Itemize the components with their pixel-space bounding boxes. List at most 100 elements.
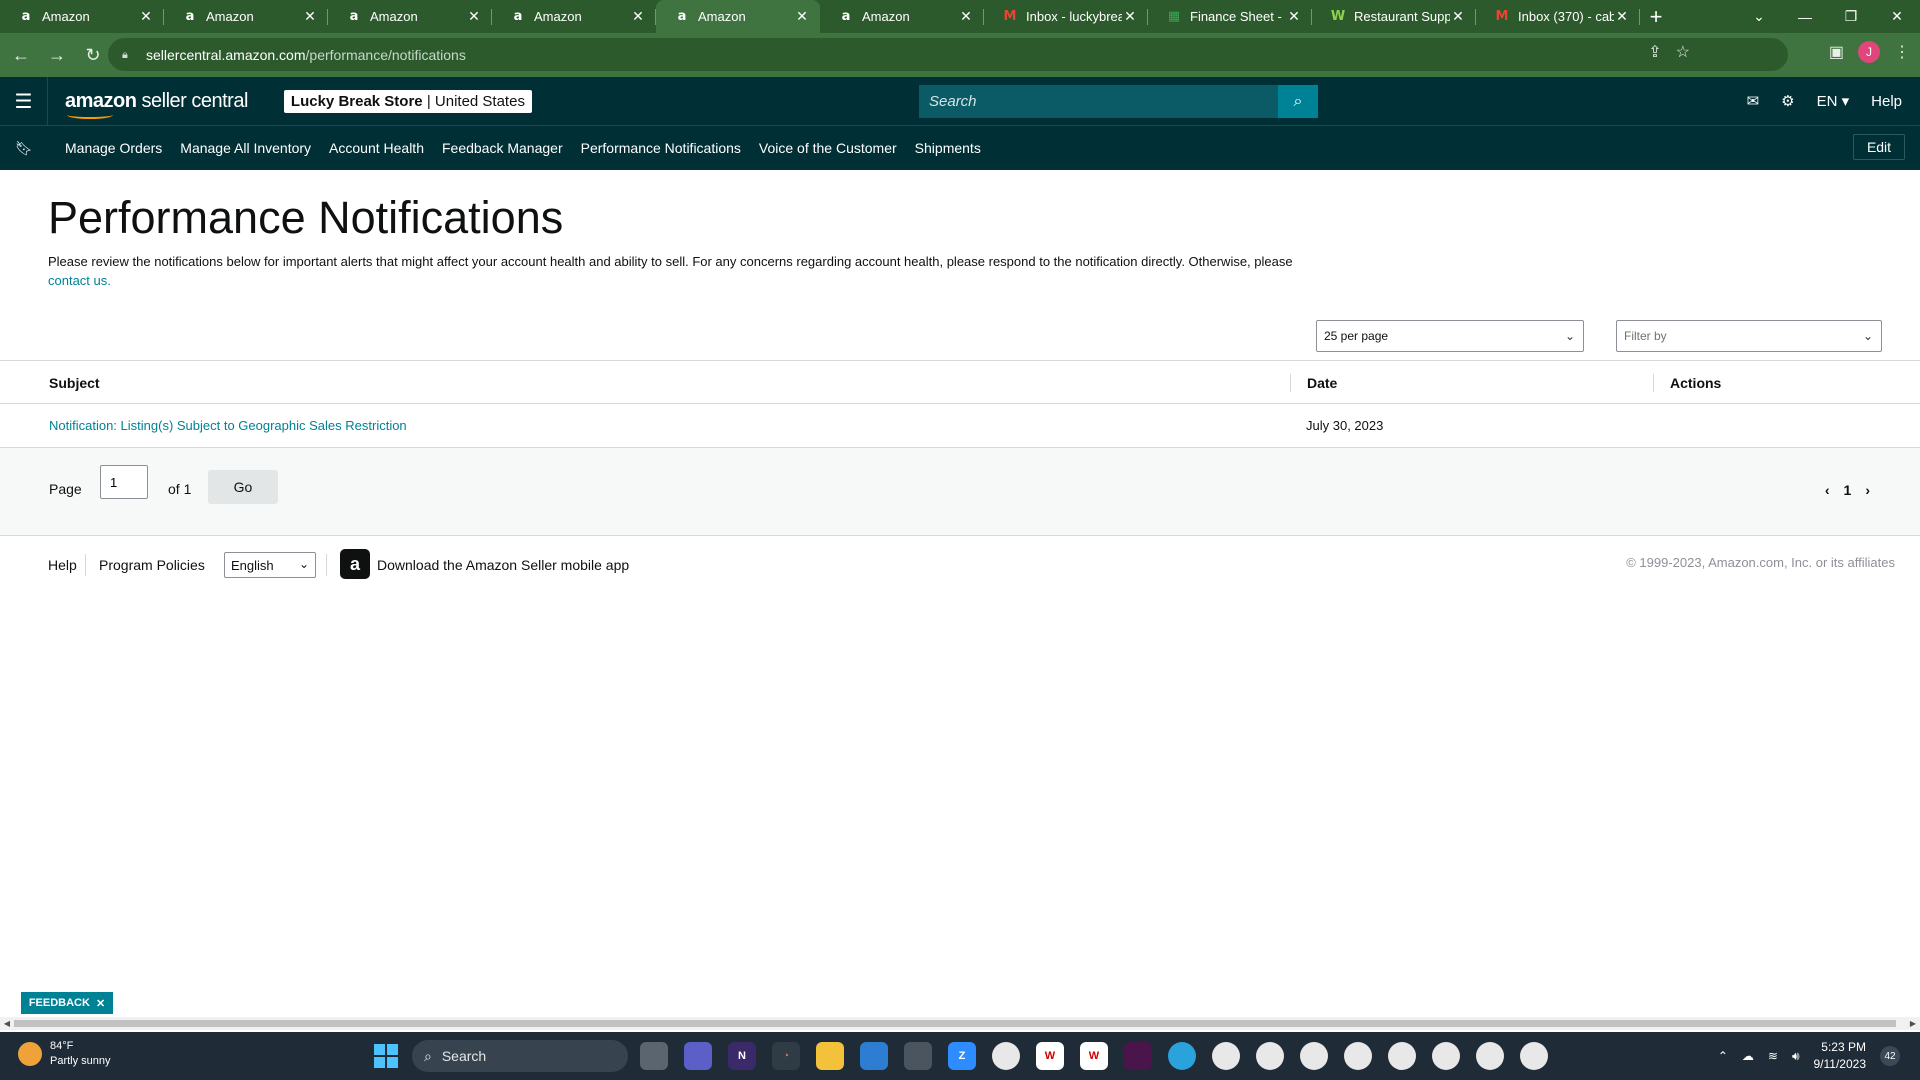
chevron-left-icon[interactable]: ‹ xyxy=(1825,482,1830,498)
search-button[interactable]: ⌕ xyxy=(1278,85,1318,118)
browser-tab[interactable]: a Amazon ✕ xyxy=(820,0,984,33)
per-page-select[interactable]: 25 per page ⌄ xyxy=(1316,320,1584,352)
wifi-icon[interactable]: ≋ xyxy=(1768,1049,1778,1063)
new-tab-button[interactable]: + xyxy=(1640,0,1672,33)
chevron-up-icon[interactable]: ⌃ xyxy=(1718,1049,1728,1063)
nav-voice-of-the-customer[interactable]: Voice of the Customer xyxy=(759,140,897,156)
close-window-button[interactable]: ✕ xyxy=(1874,0,1920,33)
nav-performance-notifications[interactable]: Performance Notifications xyxy=(581,140,741,156)
chrome-icon[interactable] xyxy=(1344,1042,1372,1070)
volume-icon[interactable]: 🔊︎ xyxy=(1792,1049,1800,1064)
mail-icon[interactable]: ✉ xyxy=(1747,92,1760,110)
chrome-icon[interactable] xyxy=(1388,1042,1416,1070)
nav-manage-orders[interactable]: Manage Orders xyxy=(65,140,162,156)
browser-tab[interactable]: a Amazon ✕ xyxy=(656,0,820,33)
minimize-button[interactable]: — xyxy=(1782,0,1828,33)
page-number-input[interactable] xyxy=(100,465,148,499)
store-selector[interactable]: Lucky Break Store | United States xyxy=(283,89,532,113)
browser-tab[interactable]: M Inbox (370) - cabij ✕ xyxy=(1476,0,1640,33)
nav-account-health[interactable]: Account Health xyxy=(329,140,424,156)
chrome-icon[interactable] xyxy=(992,1042,1020,1070)
nzxt-icon[interactable]: N xyxy=(728,1042,756,1070)
reload-button[interactable]: ↻ xyxy=(78,40,108,70)
browser-tab[interactable]: a Amazon ✕ xyxy=(164,0,328,33)
close-icon[interactable]: ✕ xyxy=(96,997,105,1010)
help-link[interactable]: Help xyxy=(1871,93,1902,110)
back-button[interactable]: ← xyxy=(6,40,36,70)
teams-chat-icon[interactable] xyxy=(684,1042,712,1070)
file-explorer-icon[interactable] xyxy=(816,1042,844,1070)
close-tab-icon[interactable]: ✕ xyxy=(1122,8,1138,25)
app-icon[interactable]: ◔ xyxy=(772,1042,800,1070)
slack-icon[interactable] xyxy=(1124,1042,1152,1070)
program-policies-link[interactable]: Program Policies xyxy=(99,557,205,573)
browser-tab[interactable]: a Amazon ✕ xyxy=(0,0,164,33)
chrome-icon[interactable] xyxy=(1256,1042,1284,1070)
zoom-icon[interactable]: Z xyxy=(948,1042,976,1070)
language-selector[interactable]: EN ▾ xyxy=(1817,92,1850,110)
close-tab-icon[interactable]: ✕ xyxy=(630,8,646,25)
chrome-icon[interactable] xyxy=(1212,1042,1240,1070)
app-icon[interactable]: W xyxy=(1036,1042,1064,1070)
close-tab-icon[interactable]: ✕ xyxy=(466,8,482,25)
column-date[interactable]: Date xyxy=(1307,375,1337,391)
restore-button[interactable]: ❐ xyxy=(1828,0,1874,33)
forward-button[interactable]: → xyxy=(42,40,72,70)
chevron-right-icon[interactable]: › xyxy=(1865,482,1870,498)
chrome-icon[interactable] xyxy=(1476,1042,1504,1070)
horizontal-scrollbar[interactable]: ◀ ▶ xyxy=(0,1017,1920,1030)
side-panel-icon[interactable]: ▣ xyxy=(1829,42,1844,62)
seller-central-logo[interactable]: amazon seller central xyxy=(65,90,248,119)
chrome-icon[interactable] xyxy=(1432,1042,1460,1070)
nav-manage-all-inventory[interactable]: Manage All Inventory xyxy=(180,140,311,156)
browser-tab[interactable]: a Amazon ✕ xyxy=(328,0,492,33)
footer-language-select[interactable]: English ⌄ xyxy=(224,552,316,578)
gear-icon[interactable]: ⚙ xyxy=(1781,92,1794,110)
scroll-left-arrow-icon[interactable]: ◀ xyxy=(1,1017,13,1030)
weather-widget[interactable]: 84°F Partly sunny xyxy=(18,1039,111,1069)
nav-shipments[interactable]: Shipments xyxy=(915,140,981,156)
current-page[interactable]: 1 xyxy=(1844,482,1852,498)
telegram-icon[interactable] xyxy=(1168,1042,1196,1070)
footer-help-link[interactable]: Help xyxy=(48,557,77,573)
clock[interactable]: 5:23 PM 9/11/2023 xyxy=(1814,1039,1867,1073)
app-icon[interactable]: W xyxy=(1080,1042,1108,1070)
go-button[interactable]: Go xyxy=(208,470,278,504)
scrollbar-thumb[interactable] xyxy=(14,1020,1896,1027)
notification-badge[interactable]: 42 xyxy=(1880,1046,1900,1066)
close-tab-icon[interactable]: ✕ xyxy=(794,8,810,25)
browser-tab[interactable]: ▦ Finance Sheet - a4✕ xyxy=(1148,0,1312,33)
tab-search-icon[interactable]: ⌄ xyxy=(1736,0,1782,33)
close-tab-icon[interactable]: ✕ xyxy=(302,8,318,25)
filter-select[interactable]: Filter by ⌄ xyxy=(1616,320,1882,352)
notification-subject-link[interactable]: Notification: Listing(s) Subject to Geog… xyxy=(49,418,407,433)
calculator-icon[interactable] xyxy=(904,1042,932,1070)
browser-tab[interactable]: W Restaurant Supplie✕ xyxy=(1312,0,1476,33)
close-tab-icon[interactable]: ✕ xyxy=(1450,8,1466,25)
chrome-icon[interactable] xyxy=(1520,1042,1548,1070)
feedback-button[interactable]: FEEDBACK ✕ xyxy=(21,992,113,1014)
contact-us-link[interactable]: contact us. xyxy=(48,273,111,288)
hamburger-menu-icon[interactable]: ☰ xyxy=(0,77,48,125)
task-view-icon[interactable] xyxy=(640,1042,668,1070)
bookmark-star-icon[interactable]: ☆ xyxy=(1676,42,1690,62)
chrome-icon[interactable] xyxy=(1300,1042,1328,1070)
browser-tab[interactable]: a Amazon ✕ xyxy=(492,0,656,33)
search-input[interactable] xyxy=(919,85,1278,118)
calendar-icon[interactable] xyxy=(860,1042,888,1070)
bookmark-icon[interactable]: 🔖︎ xyxy=(0,140,48,157)
seller-app-icon[interactable]: a xyxy=(340,549,370,579)
profile-avatar[interactable]: J xyxy=(1858,41,1880,63)
taskbar-search[interactable]: ⌕ Search xyxy=(412,1040,628,1072)
download-app-link[interactable]: Download the Amazon Seller mobile app xyxy=(377,557,629,573)
windows-start-icon[interactable] xyxy=(374,1044,398,1068)
column-subject[interactable]: Subject xyxy=(49,375,100,391)
close-tab-icon[interactable]: ✕ xyxy=(1286,8,1302,25)
share-icon[interactable]: ⇪ xyxy=(1648,42,1661,62)
close-tab-icon[interactable]: ✕ xyxy=(958,8,974,25)
scroll-right-arrow-icon[interactable]: ▶ xyxy=(1907,1017,1919,1030)
nav-feedback-manager[interactable]: Feedback Manager xyxy=(442,140,563,156)
cloud-icon[interactable]: ☁ xyxy=(1742,1049,1754,1063)
browser-tab[interactable]: M Inbox - luckybreak ✕ xyxy=(984,0,1148,33)
close-tab-icon[interactable]: ✕ xyxy=(138,8,154,25)
